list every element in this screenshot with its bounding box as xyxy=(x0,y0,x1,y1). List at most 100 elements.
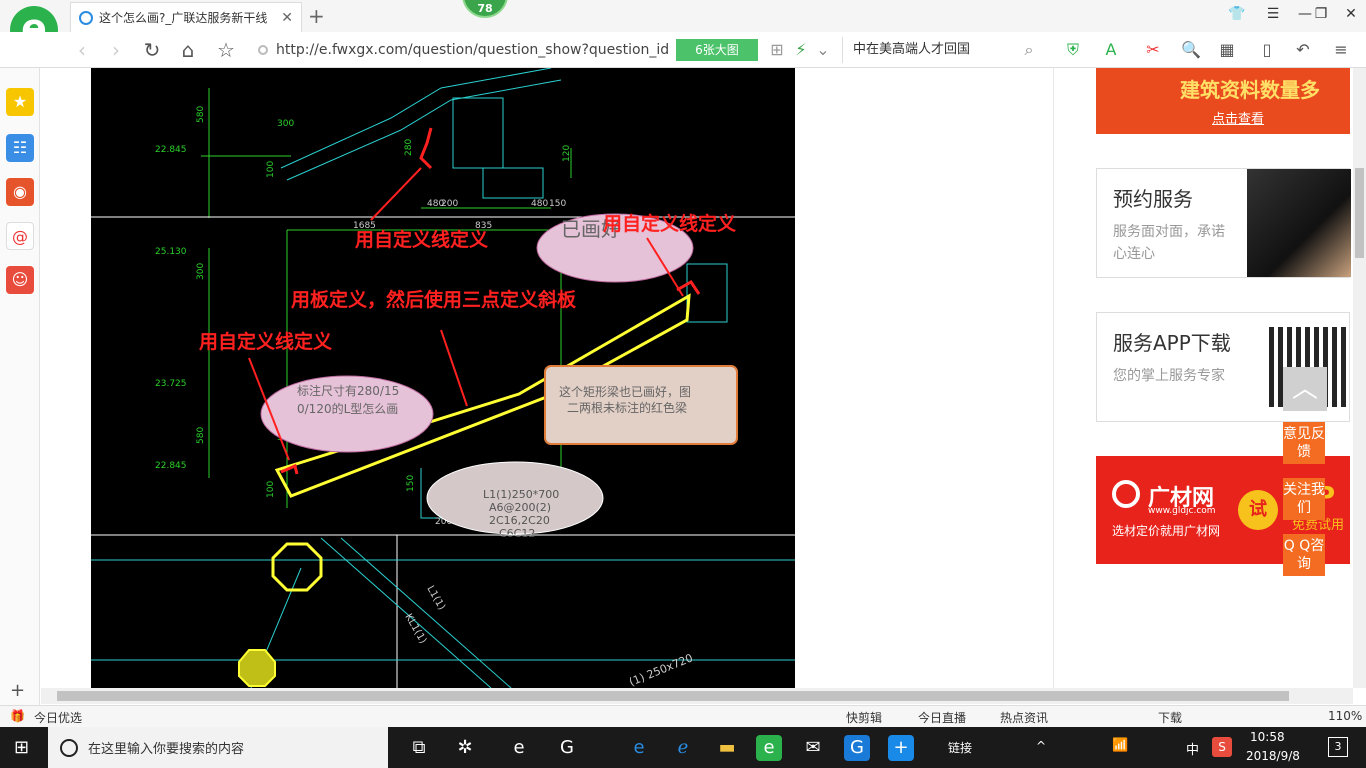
downloads[interactable]: 下载 xyxy=(1158,709,1182,726)
clock-date: 2018/9/8 xyxy=(1246,749,1300,763)
wifi-icon[interactable]: 📶 xyxy=(1112,738,1128,753)
ad-banner-top[interactable]: 建筑资料数量多 点击查看 xyxy=(1096,68,1350,134)
back-icon[interactable]: ‹ xyxy=(68,38,96,62)
refresh-icon[interactable]: ↻ xyxy=(138,38,166,62)
ime-indicator[interactable]: 中 xyxy=(1186,739,1199,758)
gift-icon[interactable]: 🎁 xyxy=(10,709,25,723)
mail-app-icon[interactable]: ✉ xyxy=(800,735,826,761)
tab-title: 这个怎么画?_广联达服务新干线 xyxy=(99,11,268,25)
site-security-icon xyxy=(258,45,268,55)
page-content: 580 300 22.845 280 100 120 480 200 480 1… xyxy=(41,68,1353,688)
label-custom-line-3: 用自定义线定义 xyxy=(199,330,332,353)
horizontal-scroll-thumb[interactable] xyxy=(57,691,1289,701)
feedback-button[interactable]: 意见反馈 xyxy=(1283,422,1325,464)
bubble-beam-1: 这个矩形梁也已画好，图 xyxy=(559,384,691,399)
apps-icon[interactable]: ▦ xyxy=(1216,40,1238,59)
today-picks[interactable]: 今日优选 xyxy=(34,709,82,726)
search-icon[interactable]: ⌕ xyxy=(1018,40,1040,60)
taskbar-search-placeholder: 在这里输入你要搜索的内容 xyxy=(88,742,245,757)
close-window-icon[interactable]: ✕ xyxy=(1336,6,1366,22)
label-l1: L1(1) xyxy=(424,584,447,612)
dim-580-top: 580 xyxy=(196,106,206,123)
quick-clip[interactable]: 快剪辑 xyxy=(846,709,882,726)
home-icon[interactable]: ⌂ xyxy=(174,38,202,62)
dropdown-icon[interactable]: ⌄ xyxy=(812,40,834,59)
url-text: http://e.fwxgx.com/question/question_sho… xyxy=(276,42,670,58)
booking-desc: 服务面对面，承诺心连心 xyxy=(1113,224,1225,262)
tray-arrow-icon[interactable]: ^ xyxy=(1036,739,1046,753)
label-custom-line-1: 用自定义线定义 xyxy=(355,228,488,251)
follow-us-button[interactable]: 关注我们 xyxy=(1283,478,1325,520)
horizontal-scrollbar[interactable] xyxy=(41,688,1353,704)
cortana-icon xyxy=(60,738,78,757)
dim-580-mid: 580 xyxy=(196,427,206,444)
hot-news[interactable]: 热点资讯 xyxy=(1000,709,1048,726)
translate-icon[interactable]: A xyxy=(1100,40,1122,59)
shield-icon[interactable]: ⛨ xyxy=(1062,40,1084,60)
360-browser-icon[interactable]: e xyxy=(756,735,782,761)
windows-start-icon[interactable]: ⊞ xyxy=(14,737,29,758)
taskbar-search[interactable]: 在这里输入你要搜索的内容 xyxy=(48,727,388,768)
magnifier-icon[interactable]: 🔍 xyxy=(1180,40,1202,59)
bubble-beam-2: 二两根未标注的红色梁 xyxy=(567,400,687,415)
booking-card[interactable]: 预约服务 服务面对面，承诺心连心 xyxy=(1096,168,1351,278)
add-sidebar-icon[interactable]: + xyxy=(10,680,25,701)
device-icon[interactable]: ▯ xyxy=(1256,40,1278,59)
app-download-card[interactable]: 服务APP下载 您的掌上服务专家 ︿ xyxy=(1096,312,1350,422)
label-custom-line-2: 用自定义线定义 xyxy=(603,212,736,235)
more-menu-icon[interactable]: ≡ xyxy=(1330,40,1352,59)
weibo-icon[interactable]: ◉ xyxy=(6,178,34,206)
today-live[interactable]: 今日直播 xyxy=(918,709,966,726)
restore-icon[interactable]: ❐ xyxy=(1306,6,1336,22)
back-to-top-icon[interactable]: ︿ xyxy=(1283,367,1327,411)
vertical-scrollbar[interactable] xyxy=(1353,68,1366,688)
lightning-icon[interactable]: ⚡ xyxy=(790,40,812,59)
edge-icon[interactable]: e xyxy=(626,735,652,761)
trial-badge: 试 xyxy=(1238,490,1278,530)
search-box[interactable]: 中在美高端人才回国 xyxy=(842,37,1042,63)
scissors-icon[interactable]: ✂ xyxy=(1142,40,1164,59)
zoom-level[interactable]: 110% xyxy=(1328,709,1362,723)
new-tab-icon[interactable]: + xyxy=(308,4,325,28)
qq-consult-button[interactable]: Q Q咨询 xyxy=(1283,534,1325,576)
forward-icon[interactable]: › xyxy=(102,38,130,62)
beam-spec-1: L1(1)250*700 xyxy=(483,488,559,501)
game-icon[interactable]: ☺ xyxy=(6,266,34,294)
pinwheel-icon[interactable]: ✲ xyxy=(452,735,478,761)
ad-top-line2[interactable]: 点击查看 xyxy=(1212,108,1264,127)
app-desc: 您的掌上服务专家 xyxy=(1113,368,1225,384)
file-explorer-icon[interactable]: ▬ xyxy=(714,735,740,761)
links-toolbar[interactable]: 链接 xyxy=(948,739,972,756)
menu-icon[interactable]: ☰ xyxy=(1258,6,1288,22)
elev-25130: 25.130 xyxy=(155,247,187,257)
elev-22845-low: 22.845 xyxy=(155,461,187,471)
sogou-icon[interactable]: S xyxy=(1212,737,1232,757)
close-tab-icon[interactable]: ✕ xyxy=(281,10,293,26)
label-slab-note: 用板定义，然后使用三点定义斜板 xyxy=(291,288,577,311)
plus-app-icon[interactable]: + xyxy=(888,735,914,761)
undo-icon[interactable]: ↶ xyxy=(1292,40,1314,59)
skin-icon[interactable]: 👕 xyxy=(1222,6,1252,22)
browser-tab[interactable]: 这个怎么画?_广联达服务新干线 ✕ xyxy=(70,2,302,32)
task-view-icon[interactable]: ⧉ xyxy=(406,735,432,761)
dim-480-b: 480 xyxy=(531,199,548,209)
edge-legacy-icon[interactable]: e xyxy=(506,735,532,761)
glodon-icon[interactable]: G xyxy=(844,735,870,761)
big-image-button[interactable]: 6张大图 xyxy=(676,39,758,61)
vertical-scroll-thumb[interactable] xyxy=(1355,168,1364,258)
app-g-icon[interactable]: G xyxy=(554,735,580,761)
gcw-site: www.gldjc.com xyxy=(1148,506,1216,516)
ie-icon[interactable]: ℯ xyxy=(670,735,696,761)
notification-count[interactable]: 3 xyxy=(1328,737,1348,757)
gcw-slogan: 选材定价就用广材网 xyxy=(1112,524,1221,538)
mail-icon[interactable]: @ xyxy=(6,222,34,250)
elev-23725: 23.725 xyxy=(155,379,187,389)
cad-drawing-svg: 580 300 22.845 280 100 120 480 200 480 1… xyxy=(91,68,795,688)
reader-icon[interactable]: ⊞ xyxy=(766,40,788,59)
favorite-star-icon[interactable]: ☆ xyxy=(212,38,240,62)
nav-bar: ‹ › ↻ ⌂ ☆ http://e.fwxgx.com/question/qu… xyxy=(0,32,1366,68)
address-bar[interactable]: http://e.fwxgx.com/question/question_sho… xyxy=(258,37,678,63)
bubble-lshape-1: 标注尺寸有280/15 xyxy=(297,383,399,398)
favorites-star-icon[interactable]: ★ xyxy=(6,88,34,116)
reading-list-icon[interactable]: ☷ xyxy=(6,134,34,162)
